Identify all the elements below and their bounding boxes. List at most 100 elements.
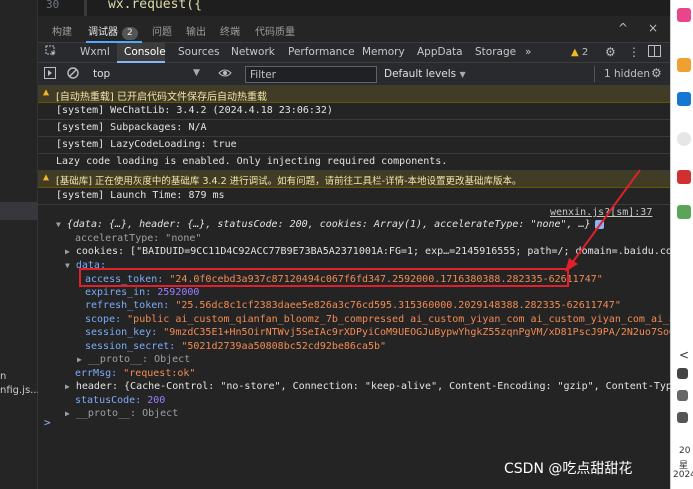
explorer-fragment[interactable]: nfig.js...	[0, 385, 40, 396]
app-icon[interactable]	[677, 8, 691, 22]
more-options-icon[interactable]: ⋮	[628, 45, 640, 59]
clock-text: 20	[679, 446, 691, 456]
prop-key: scope:	[85, 314, 122, 325]
explorer-fragment: n	[0, 371, 7, 382]
prop-data-proto[interactable]: ▶ __proto__: Object	[77, 354, 190, 365]
tab-code-quality[interactable]: 代码质量	[255, 23, 295, 38]
warning-counter[interactable]: ▲ 2	[571, 47, 588, 58]
app-icon[interactable]	[677, 92, 691, 106]
prop-value: "public ai_custom_qianfan_bloomz_7b_comp…	[127, 314, 670, 325]
prop-value: 2592000	[157, 287, 200, 298]
tray-icon[interactable]	[677, 368, 688, 379]
tab-storage[interactable]: Storage	[475, 46, 516, 58]
back-chevron-icon[interactable]: <	[679, 348, 689, 362]
console-toolbar: top ▼ Default levels ▼ 1 hidden ⚙	[38, 63, 670, 86]
message-text: [system] Launch Time: 879 ms	[56, 190, 225, 201]
console-warning-message: ▲ [自动热重载] 已开启代码文件保存后自动热重载	[38, 86, 670, 103]
tab-appdata[interactable]: AppData	[417, 46, 463, 58]
close-panel-icon[interactable]: ×	[648, 21, 658, 35]
tray-icon[interactable]	[677, 390, 688, 401]
prop-key: session_key:	[85, 327, 158, 338]
prop-errmsg: errMsg: "request:ok"	[75, 368, 195, 379]
console-input[interactable]	[56, 414, 656, 430]
app-icon[interactable]	[677, 58, 691, 72]
log-levels-dropdown[interactable]: Default levels ▼	[384, 68, 466, 80]
prop-cookies[interactable]: ▶ cookies: ["BAIDUID=9CC11D4C92ACC77B9E7…	[65, 246, 670, 257]
collapse-arrow-icon[interactable]: ▶	[65, 382, 70, 391]
prop-refresh-token: refresh_token: "25.56dc8c1cf2383daee5e82…	[85, 300, 621, 311]
tab-terminal[interactable]: 终端	[220, 23, 240, 38]
console-log-message: Lazy code loading is enabled. Only injec…	[38, 154, 670, 171]
code-editor-line: 30 wx.request({	[38, 0, 670, 16]
eye-icon[interactable]	[218, 67, 232, 82]
prop-cookies-text: cookies: ["BAIDUID=9CC11D4C92ACC77B9E73B…	[75, 246, 670, 257]
collapse-arrow-icon[interactable]: ▶	[77, 355, 82, 364]
sidebar-toggle-icon[interactable]	[44, 67, 56, 82]
tab-sources[interactable]: Sources	[178, 46, 220, 58]
message-text: [自动热重载] 已开启代码文件保存后自动热重载	[56, 92, 267, 103]
dock-toggle-icon[interactable]	[648, 45, 661, 60]
warning-count: 2	[581, 47, 589, 58]
prop-scope: scope: "public ai_custom_qianfan_bloomz_…	[85, 314, 670, 325]
console-prompt[interactable]: >	[44, 416, 51, 429]
tab-debugger[interactable]: 调试器 2	[88, 23, 138, 40]
message-text: [system] LazyCodeLoading: true	[56, 139, 237, 150]
tab-problems[interactable]: 问题	[152, 23, 172, 38]
prop-expires-in: expires_in: 2592000	[85, 287, 199, 298]
tab-build[interactable]: 构建	[52, 23, 72, 38]
console-log-message: [system] Subpackages: N/A	[38, 120, 670, 137]
toolbar-divider	[594, 66, 595, 82]
log-levels-label: Default levels	[384, 68, 457, 80]
prop-value: 200	[147, 395, 166, 406]
bottom-panel-tabs: 构建 调试器 2 问题 输出 终端 代码质量 ^ ×	[38, 16, 670, 43]
explorer-strip: n nfig.js...	[0, 0, 40, 489]
tab-memory[interactable]: Memory	[362, 46, 405, 58]
warning-triangle-icon: ▲	[571, 47, 579, 58]
tab-console[interactable]: Console	[124, 46, 166, 58]
message-text: [基础库] 正在使用灰度中的基础库 3.4.2 进行调试。如有问题，请前往工具栏…	[56, 176, 522, 187]
console-settings-gear-icon[interactable]: ⚙	[651, 66, 662, 80]
console-warning-message: ▲ [基础库] 正在使用灰度中的基础库 3.4.2 进行调试。如有问题，请前往工具…	[38, 171, 670, 188]
console-log-message: [system] WeChatLib: 3.4.2 (2024.4.18 23:…	[38, 103, 670, 120]
expand-arrow-icon[interactable]: ▼	[56, 220, 61, 229]
prop-value: "5021d2739aa50808bc52cd92be86ca5b"	[181, 341, 387, 352]
prop-value: "9mzdC35E1+Hn5OirNTWvj5SeIAc9rXDPyiCoM9U…	[163, 327, 670, 338]
gutter-bar	[84, 0, 87, 16]
collapse-panel-icon[interactable]: ^	[618, 21, 628, 35]
more-tabs-icon[interactable]: »	[525, 46, 531, 58]
settings-gear-icon[interactable]: ⚙	[605, 45, 616, 59]
console-log-message: [system] LazyCodeLoading: true	[38, 137, 670, 154]
app-icon[interactable]	[677, 205, 691, 219]
code-text: wx.request({	[108, 0, 202, 12]
message-text: [system] Subpackages: N/A	[56, 122, 207, 133]
tray-icon[interactable]	[677, 412, 688, 423]
object-summary[interactable]: ▼ {data: {…}, header: {…}, statusCode: 2…	[56, 219, 604, 230]
filter-input[interactable]	[245, 66, 377, 83]
log-source-link[interactable]: wenxin.js?[sm]:37	[550, 207, 652, 218]
warning-icon: ▲	[43, 87, 50, 98]
collapse-arrow-icon[interactable]: ▶	[65, 247, 70, 256]
prop-key: statusCode:	[75, 395, 142, 406]
prop-key: refresh_token:	[85, 300, 170, 311]
inspect-element-icon[interactable]	[45, 45, 57, 60]
expand-arrow-icon[interactable]: ▼	[65, 261, 70, 270]
tab-output[interactable]: 输出	[186, 23, 206, 38]
context-selector[interactable]: top	[93, 68, 110, 80]
prop-key: errMsg:	[75, 368, 118, 379]
object-summary-text: {data: {…}, header: {…}, statusCode: 200…	[66, 219, 591, 230]
app-icon[interactable]	[677, 170, 691, 184]
prop-session-secret: session_secret: "5021d2739aa50808bc52cd9…	[85, 341, 386, 352]
clear-console-icon[interactable]	[67, 67, 79, 82]
prop-value: "25.56dc8c1cf2383daee5e826a3c76cd595.315…	[175, 300, 621, 311]
prop-key: session_secret:	[85, 341, 176, 352]
prop-value: "request:ok"	[123, 368, 196, 379]
tab-network[interactable]: Network	[231, 46, 275, 58]
app-icon[interactable]	[677, 132, 691, 146]
prop-status-code: statusCode: 200	[75, 395, 165, 406]
context-dropdown-caret-icon[interactable]: ▼	[193, 68, 200, 78]
info-icon	[594, 219, 604, 229]
tab-wxml[interactable]: Wxml	[80, 46, 110, 58]
explorer-selected-row[interactable]	[0, 202, 38, 220]
prop-header[interactable]: ▶ header: {Cache-Control: "no-store", Co…	[65, 381, 670, 392]
tab-performance[interactable]: Performance	[288, 46, 355, 58]
